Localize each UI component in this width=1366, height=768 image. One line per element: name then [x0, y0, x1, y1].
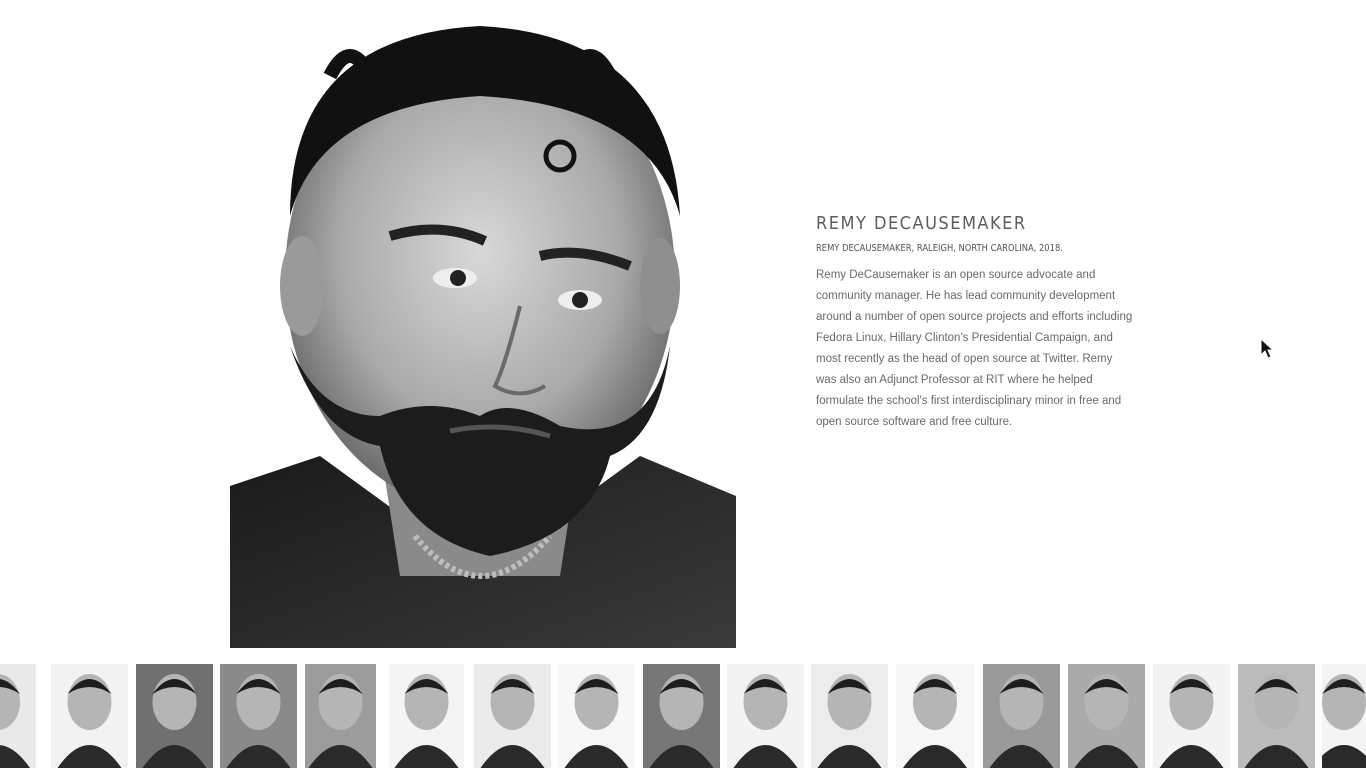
thumbnail-7[interactable] — [474, 664, 551, 768]
profile-info: REMY DECAUSEMAKER REMY DECAUSEMAKER, RAL… — [816, 212, 1136, 433]
thumbnail-14[interactable] — [1068, 664, 1145, 768]
thumbnail-8[interactable] — [558, 664, 635, 768]
thumbnail-4[interactable] — [220, 664, 297, 768]
thumbnail-9[interactable] — [643, 664, 720, 768]
thumbnail-6[interactable] — [389, 664, 464, 768]
profile-bio: Remy DeCausemaker is an open source advo… — [816, 269, 1133, 428]
thumbnail-16[interactable] — [1238, 664, 1315, 768]
gallery-page: REMY DECAUSEMAKER REMY DECAUSEMAKER, RAL… — [0, 0, 1366, 768]
thumbnail-5[interactable] — [305, 664, 376, 768]
thumbnail-12[interactable] — [896, 664, 974, 768]
main-portrait-photo — [230, 16, 736, 648]
thumbnail-13[interactable] — [983, 664, 1060, 768]
thumbnail-1[interactable] — [0, 664, 36, 768]
thumbnail-3[interactable] — [136, 664, 213, 768]
thumbnail-strip[interactable] — [0, 664, 1366, 768]
thumbnail-15[interactable] — [1153, 664, 1230, 768]
profile-caption: REMY DECAUSEMAKER, RALEIGH, NORTH CAROLI… — [816, 243, 1063, 254]
mouse-cursor-icon — [1260, 338, 1274, 359]
thumbnail-11[interactable] — [811, 664, 888, 768]
thumbnail-17[interactable] — [1322, 664, 1366, 768]
profile-name: REMY DECAUSEMAKER — [816, 213, 1027, 234]
thumbnail-2[interactable] — [51, 664, 128, 768]
thumbnail-10[interactable] — [727, 664, 804, 768]
